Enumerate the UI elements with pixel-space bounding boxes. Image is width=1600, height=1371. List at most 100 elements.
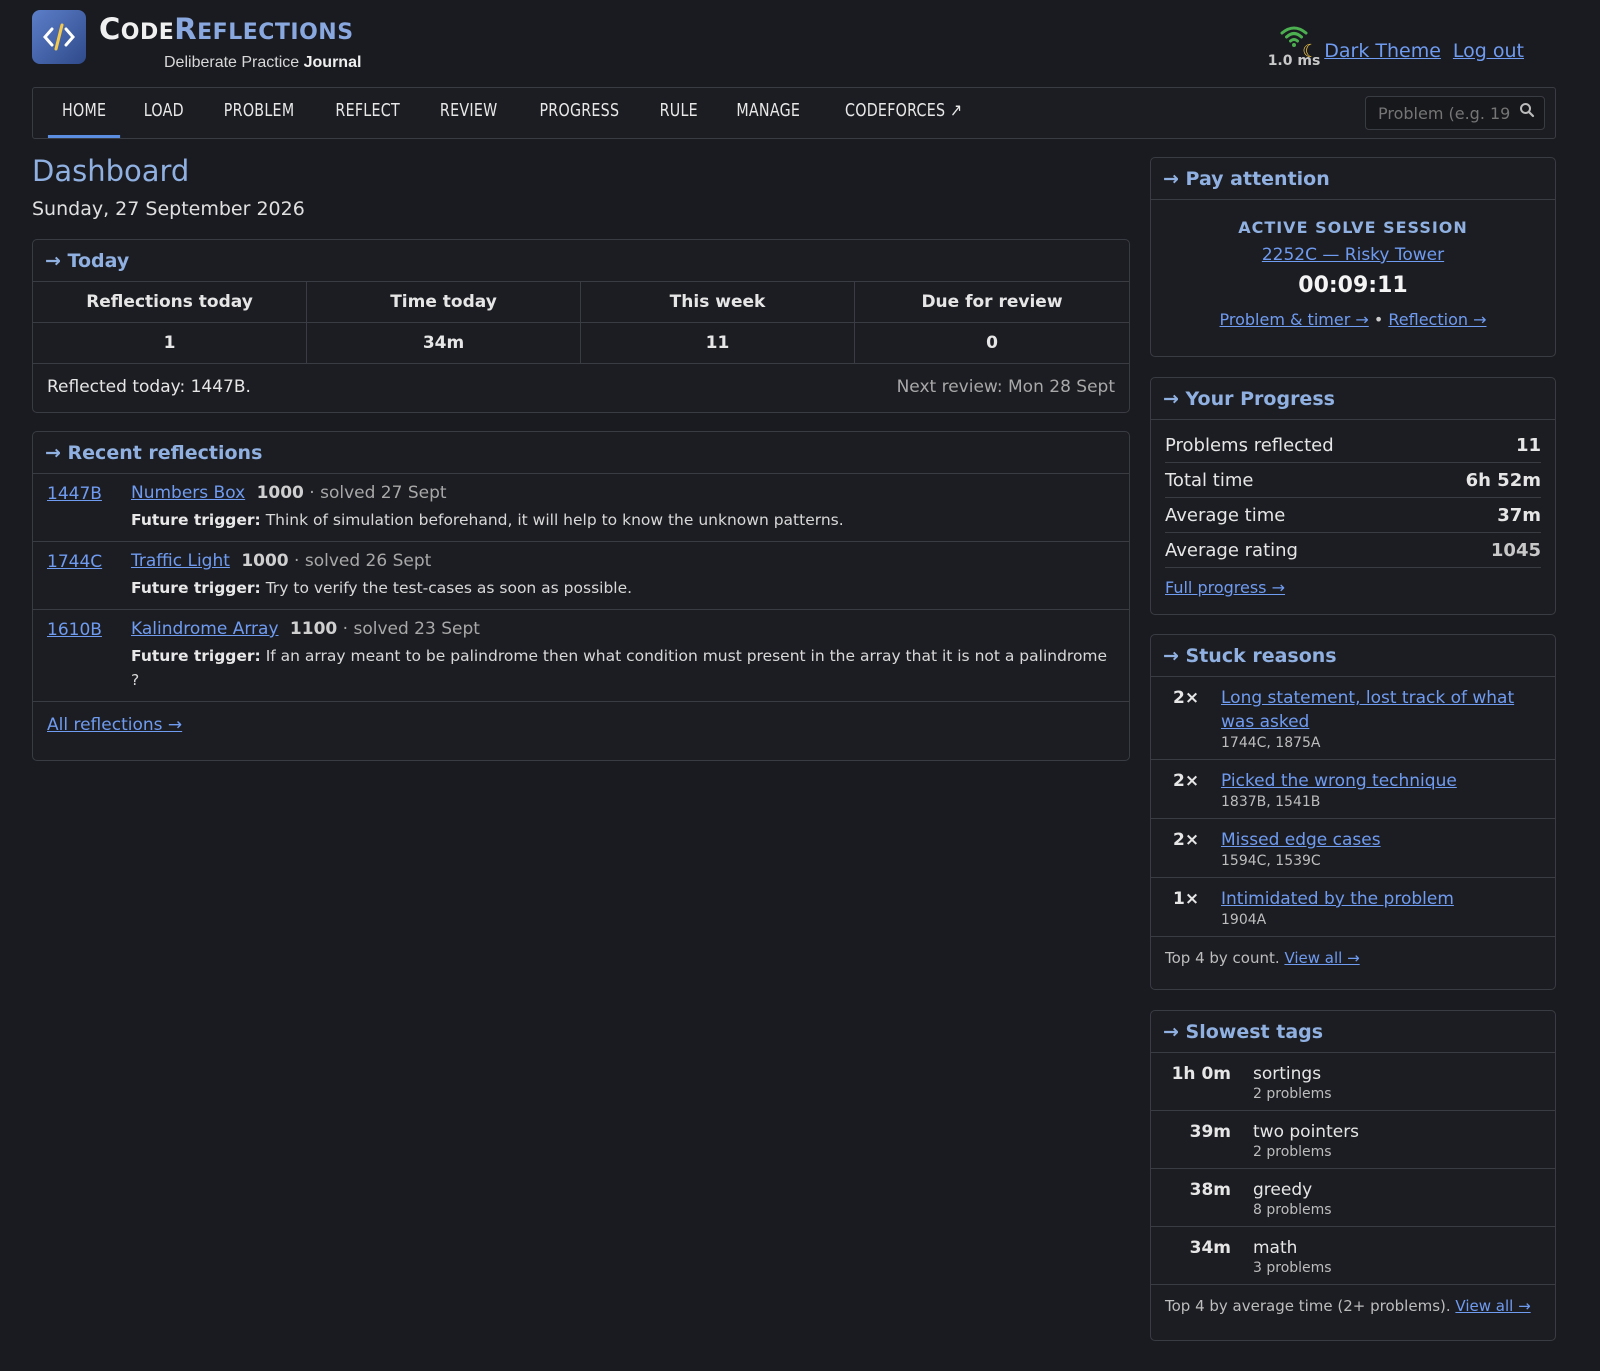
tag-count: 2 problems bbox=[1253, 1086, 1332, 1102]
nav-item-reflect[interactable]: REFLECT bbox=[321, 88, 414, 138]
trigger-text: Think of simulation beforehand, it will … bbox=[265, 511, 844, 529]
nav-item-rule[interactable]: RULE bbox=[645, 88, 711, 138]
list-item: 1447B Numbers Box 1000 · solved 27 Sept … bbox=[33, 474, 1129, 542]
nav-item-manage[interactable]: MANAGE bbox=[722, 88, 814, 138]
problem-id-link[interactable]: 1610B bbox=[47, 620, 102, 640]
pay-attention-panel: → Pay attention ACTIVE SOLVE SESSION 225… bbox=[1150, 157, 1556, 357]
progress-row: Average rating 1045 bbox=[1165, 533, 1541, 568]
stuck-count: 1× bbox=[1173, 889, 1200, 909]
progress-label: Average rating bbox=[1165, 540, 1298, 561]
tag-name: math bbox=[1253, 1238, 1298, 1258]
trigger-label: Future trigger: bbox=[131, 511, 261, 529]
stuck-problem-ids: 1904A bbox=[1221, 912, 1267, 928]
stuck-count: 2× bbox=[1173, 830, 1200, 850]
active-problem-link[interactable]: 2252C — Risky Tower bbox=[1262, 245, 1444, 265]
nav-item-review[interactable]: REVIEW bbox=[426, 88, 512, 138]
full-progress-link[interactable]: Full progress → bbox=[1165, 578, 1285, 597]
problem-name-link[interactable]: Traffic Light bbox=[131, 551, 230, 571]
trigger-text: If an array meant to be palindrome then … bbox=[131, 647, 1108, 689]
tag-name: two pointers bbox=[1253, 1122, 1360, 1142]
brand-r: R bbox=[174, 12, 198, 46]
reflection-link[interactable]: Reflection → bbox=[1388, 310, 1486, 329]
trigger-label: Future trigger: bbox=[131, 579, 261, 597]
stuck-problem-ids: 1837B, 1541B bbox=[1221, 794, 1321, 810]
problem-name-link[interactable]: Numbers Box bbox=[131, 483, 245, 503]
problem-timer-link[interactable]: Problem & timer → bbox=[1219, 310, 1368, 329]
stuck-row: 1× Intimidated by the problem 1904A bbox=[1151, 878, 1555, 937]
stuck-count: 2× bbox=[1173, 688, 1200, 708]
slowest-footer: Top 4 by average time (2+ problems). Vie… bbox=[1151, 1285, 1555, 1327]
tagline-prefix: Deliberate Practice bbox=[164, 54, 300, 71]
search-icon[interactable] bbox=[1519, 102, 1535, 122]
session-label: ACTIVE SOLVE SESSION bbox=[1238, 218, 1468, 237]
tag-time: 1h 0m bbox=[1171, 1064, 1231, 1084]
moon-icon: ☾ bbox=[1302, 40, 1319, 62]
progress-label: Average time bbox=[1165, 505, 1286, 526]
stuck-problem-ids: 1594C, 1539C bbox=[1221, 853, 1321, 869]
stuck-row: 2× Picked the wrong technique 1837B, 1541… bbox=[1151, 760, 1555, 819]
nav-item-home[interactable]: HOME bbox=[47, 88, 121, 138]
nav-item-load[interactable]: LOAD bbox=[130, 88, 198, 138]
nav-item-progress[interactable]: PROGRESS bbox=[525, 88, 633, 138]
stuck-reason-link[interactable]: Missed edge cases bbox=[1221, 830, 1381, 850]
problem-id-link[interactable]: 1744C bbox=[47, 552, 102, 572]
stuck-count: 2× bbox=[1173, 771, 1200, 791]
app-logo-icon[interactable] bbox=[32, 10, 86, 64]
tag-count: 8 problems bbox=[1253, 1202, 1332, 1218]
progress-value: 37m bbox=[1497, 505, 1541, 526]
brand-eflections: EFLECTIONS bbox=[197, 20, 354, 45]
logout-link[interactable]: Log out bbox=[1453, 40, 1524, 62]
stat-value: 1 bbox=[33, 323, 307, 364]
progress-row: Total time 6h 52m bbox=[1165, 463, 1541, 498]
tag-time: 38m bbox=[1189, 1180, 1231, 1200]
progress-panel: → Your Progress Problems reflected 11 Tot… bbox=[1150, 377, 1556, 615]
brand-name[interactable]: CODEREFLECTIONS bbox=[99, 12, 354, 46]
tag-count: 2 problems bbox=[1253, 1144, 1332, 1160]
nav-item-codeforces[interactable]: CODEFORCES ↗ bbox=[831, 88, 976, 138]
attention-heading: → Pay attention bbox=[1151, 158, 1555, 200]
top-right-links: ☾ Dark Theme Log out bbox=[1302, 40, 1524, 62]
tag-time: 34m bbox=[1189, 1238, 1231, 1258]
tag-row: 1h 0m sortings 2 problems bbox=[1151, 1053, 1555, 1111]
next-review-text: Next review: Mon 28 Sept bbox=[896, 377, 1115, 397]
progress-value: 11 bbox=[1515, 435, 1541, 456]
tagline-bold: Journal bbox=[303, 54, 362, 71]
solved-date: · solved 27 Sept bbox=[309, 483, 447, 503]
stat-value: 11 bbox=[581, 323, 855, 364]
session-timer: 00:09:11 bbox=[1298, 273, 1408, 298]
slowest-view-all-link[interactable]: View all → bbox=[1455, 1297, 1530, 1315]
reflected-today-text: Reflected today: 1447B. bbox=[47, 377, 251, 397]
problem-search-input[interactable] bbox=[1365, 96, 1545, 130]
brand-c: C bbox=[99, 12, 121, 46]
stuck-row: 2× Long statement, lost track of what wa… bbox=[1151, 677, 1555, 760]
slowest-heading: → Slowest tags bbox=[1151, 1011, 1555, 1053]
stuck-reason-link[interactable]: Picked the wrong technique bbox=[1221, 771, 1457, 791]
tag-name: sortings bbox=[1253, 1064, 1322, 1084]
stuck-heading: → Stuck reasons bbox=[1151, 635, 1555, 677]
stat-header: Time today bbox=[307, 282, 581, 323]
page-title: Dashboard bbox=[32, 154, 190, 188]
all-reflections-link[interactable]: All reflections → bbox=[47, 715, 182, 735]
stuck-reason-link[interactable]: Intimidated by the problem bbox=[1221, 889, 1454, 909]
problem-name-link[interactable]: Kalindrome Array bbox=[131, 619, 279, 639]
list-item: 1610B Kalindrome Array 1100 · solved 23 … bbox=[33, 610, 1129, 702]
progress-value: 1045 bbox=[1490, 540, 1541, 561]
problem-id-link[interactable]: 1447B bbox=[47, 484, 102, 504]
nav-item-problem[interactable]: PROBLEM bbox=[210, 88, 309, 138]
progress-label: Problems reflected bbox=[1165, 435, 1334, 456]
today-heading: → Today bbox=[33, 240, 1129, 282]
list-item: 1744C Traffic Light 1000 · solved 26 Sep… bbox=[33, 542, 1129, 610]
theme-toggle-link[interactable]: Dark Theme bbox=[1324, 40, 1441, 62]
stuck-reason-link[interactable]: Long statement, lost track of what was a… bbox=[1221, 688, 1514, 732]
progress-row: Average time 37m bbox=[1165, 498, 1541, 533]
stat-value: 0 bbox=[855, 323, 1129, 364]
stuck-view-all-link[interactable]: View all → bbox=[1284, 949, 1359, 967]
stat-header: Reflections today bbox=[33, 282, 307, 323]
today-footer: Reflected today: 1447B. Next review: Mon… bbox=[33, 364, 1129, 410]
app-header: CODEREFLECTIONS Deliberate Practice Jour… bbox=[32, 10, 1556, 80]
progress-heading: → Your Progress bbox=[1151, 378, 1555, 420]
tagline: Deliberate Practice Journal bbox=[164, 54, 361, 72]
progress-value: 6h 52m bbox=[1465, 470, 1541, 491]
progress-label: Total time bbox=[1165, 470, 1254, 491]
progress-row: Problems reflected 11 bbox=[1165, 428, 1541, 463]
